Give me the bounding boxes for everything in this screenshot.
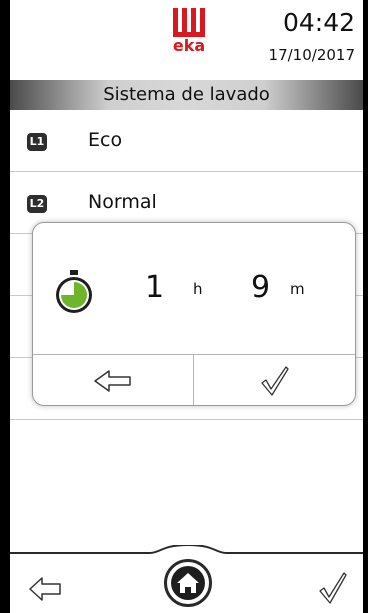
bottom-nav [10,545,363,613]
minutes-unit: m [290,280,305,298]
hours-value[interactable]: 1 [145,270,164,305]
arrow-left-icon [94,369,131,392]
brand-logo: eka [165,8,225,64]
program-label: Eco [88,129,123,151]
checkmark-icon [260,365,289,396]
nav-confirm-button[interactable] [318,571,348,605]
logo-bars-icon [173,8,205,32]
timer-icon [56,270,92,313]
program-badge: L1 [27,133,47,151]
minutes-value[interactable]: 9 [251,270,270,305]
timer-confirm-button[interactable] [194,355,355,405]
timer-back-button[interactable] [33,355,194,405]
program-label: Normal [88,191,157,213]
nav-back-button[interactable] [28,575,62,603]
home-icon [177,573,199,593]
timer-dialog-actions [33,354,355,405]
device-frame-right [363,0,368,613]
hours-unit: h [193,280,203,298]
page-title: Sistema de lavado [10,80,363,110]
timer-dialog-body: 1 h 9 m [33,223,355,353]
home-button[interactable] [164,559,212,607]
device-frame-left [0,0,10,613]
screen: eka 04:42 17/10/2017 Sistema de lavado L… [10,0,363,613]
timer-dialog: 1 h 9 m [32,222,356,406]
header: eka 04:42 17/10/2017 [10,0,363,80]
clock-date: 17/10/2017 [268,46,355,64]
clock-time: 04:42 [282,8,355,37]
logo-text: eka [172,36,206,55]
program-item-l1[interactable]: L1 Eco [10,110,363,172]
program-badge: L2 [27,195,47,213]
